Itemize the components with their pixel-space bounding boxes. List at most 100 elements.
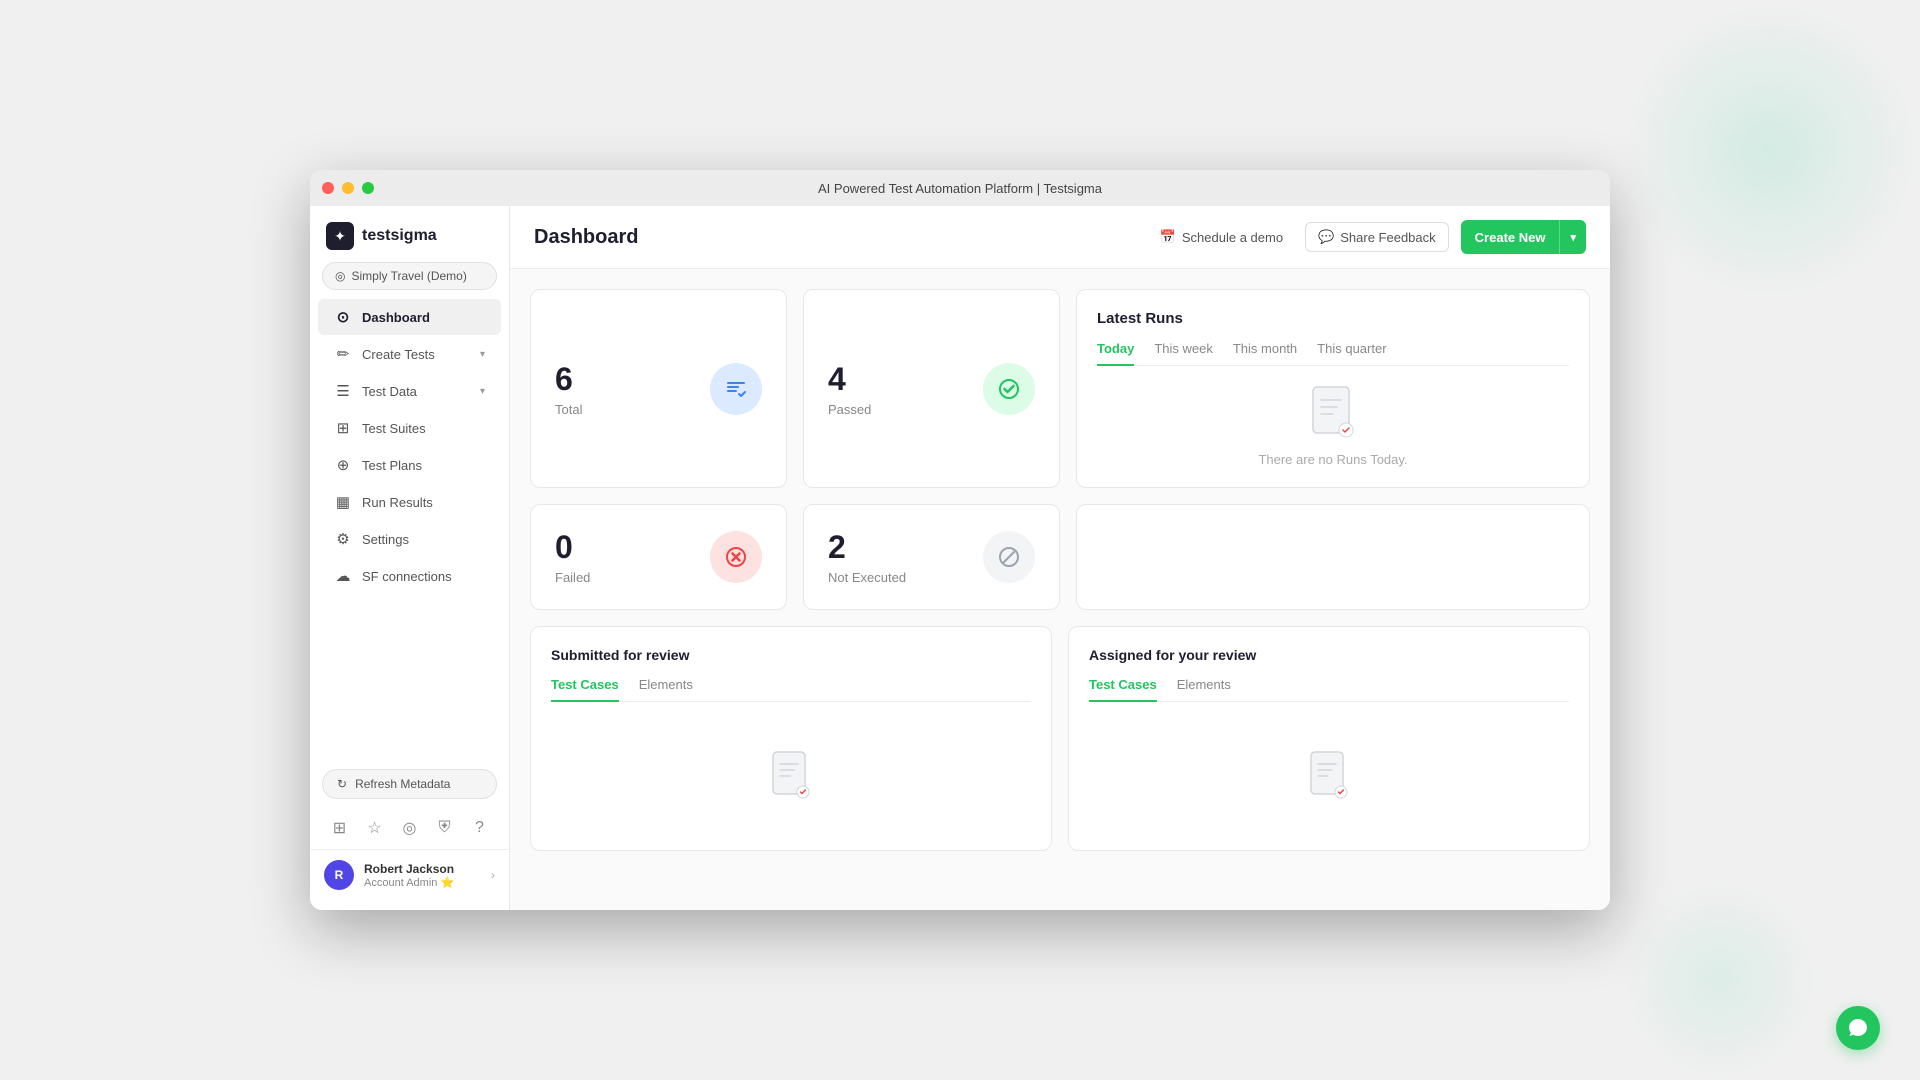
sidebar: ✦ testsigma ◎ Simply Travel (Demo) ⊙ Das… bbox=[310, 206, 510, 910]
submitted-empty-state bbox=[551, 718, 1031, 830]
stat-label-failed: Failed bbox=[555, 570, 590, 585]
sidebar-nav: ⊙ Dashboard ✏ Create Tests ▾ ☰ Test Data… bbox=[310, 298, 509, 595]
user-chevron-icon: › bbox=[491, 868, 495, 882]
stats-row-2: 0 Failed 2 bbox=[530, 504, 1590, 610]
calendar-icon: 📅 bbox=[1160, 229, 1176, 245]
header-actions: 📅 Schedule a demo 💬 Share Feedback Creat… bbox=[1150, 220, 1586, 254]
window-title: AI Powered Test Automation Platform | Te… bbox=[818, 181, 1102, 196]
user-role: Account Admin ⭐ bbox=[364, 876, 481, 889]
help-icon[interactable]: ? bbox=[465, 813, 495, 843]
settings-icon: ⚙ bbox=[334, 530, 352, 548]
circle-icon[interactable]: ◎ bbox=[395, 813, 425, 843]
share-feedback-button[interactable]: 💬 Share Feedback bbox=[1305, 222, 1449, 252]
user-section[interactable]: R Robert Jackson Account Admin ⭐ › bbox=[310, 849, 509, 900]
runs-tab-this-month[interactable]: This month bbox=[1233, 341, 1297, 366]
sidebar-item-label: Test Data bbox=[362, 384, 417, 399]
feedback-icon: 💬 bbox=[1318, 229, 1334, 245]
stats-row: 6 Total 4 bbox=[530, 289, 1590, 488]
stat-info-total: 6 Total bbox=[555, 361, 582, 417]
grid-icon[interactable]: ⊞ bbox=[325, 813, 355, 843]
x-circle-icon bbox=[724, 545, 748, 569]
main-content: Dashboard 📅 Schedule a demo 💬 Share Feed… bbox=[510, 206, 1610, 910]
feedback-label: Share Feedback bbox=[1340, 230, 1435, 245]
sidebar-item-create-tests[interactable]: ✏ Create Tests ▾ bbox=[318, 336, 501, 372]
submitted-review-tabs: Test Cases Elements bbox=[551, 677, 1031, 702]
stat-number-total: 6 bbox=[555, 361, 582, 398]
submitted-review-title: Submitted for review bbox=[551, 647, 1031, 663]
star-icon[interactable]: ☆ bbox=[360, 813, 390, 843]
dashboard-icon: ⊙ bbox=[334, 308, 352, 326]
sidebar-item-label: Run Results bbox=[362, 495, 433, 510]
runs-tab-this-week[interactable]: This week bbox=[1154, 341, 1213, 366]
assigned-review-title: Assigned for your review bbox=[1089, 647, 1569, 663]
assigned-review-card: Assigned for your review Test Cases Elem… bbox=[1068, 626, 1590, 851]
chevron-down-icon: ▾ bbox=[480, 386, 485, 397]
sidebar-bottom-icons: ⊞ ☆ ◎ ⛨ ? bbox=[310, 807, 509, 849]
sidebar-item-test-plans[interactable]: ⊕ Test Plans bbox=[318, 447, 501, 483]
submitted-elements-tab[interactable]: Elements bbox=[639, 677, 693, 702]
stat-info-failed: 0 Failed bbox=[555, 529, 590, 585]
page-title: Dashboard bbox=[534, 226, 1150, 249]
user-name: Robert Jackson bbox=[364, 862, 481, 876]
test-data-icon: ☰ bbox=[334, 382, 352, 400]
minimize-button[interactable] bbox=[342, 182, 354, 194]
chat-fab-button[interactable] bbox=[1836, 1006, 1880, 1050]
sidebar-item-test-data[interactable]: ☰ Test Data ▾ bbox=[318, 373, 501, 409]
title-bar: AI Powered Test Automation Platform | Te… bbox=[310, 170, 1610, 206]
chat-icon bbox=[1847, 1017, 1869, 1039]
runs-empty-message: There are no Runs Today. bbox=[1258, 452, 1407, 467]
close-button[interactable] bbox=[322, 182, 334, 194]
latest-runs-title: Latest Runs bbox=[1097, 310, 1569, 327]
submitted-review-card: Submitted for review Test Cases Elements bbox=[530, 626, 1052, 851]
assigned-empty-doc-icon bbox=[1307, 748, 1351, 800]
stat-number-not-executed: 2 bbox=[828, 529, 906, 566]
app-body: ✦ testsigma ◎ Simply Travel (Demo) ⊙ Das… bbox=[310, 206, 1610, 910]
assigned-elements-tab[interactable]: Elements bbox=[1177, 677, 1231, 702]
sidebar-item-label: Test Plans bbox=[362, 458, 422, 473]
schedule-label: Schedule a demo bbox=[1182, 230, 1283, 245]
sidebar-item-sf-connections[interactable]: ☁ SF connections bbox=[318, 558, 501, 594]
dropdown-arrow-icon[interactable]: ▾ bbox=[1560, 223, 1586, 252]
runs-tab-this-quarter[interactable]: This quarter bbox=[1317, 341, 1386, 366]
run-results-icon: ▦ bbox=[334, 493, 352, 511]
stat-icon-not-executed bbox=[983, 531, 1035, 583]
user-info: Robert Jackson Account Admin ⭐ bbox=[364, 862, 481, 889]
workspace-selector[interactable]: ◎ Simply Travel (Demo) bbox=[322, 262, 497, 290]
app-window: AI Powered Test Automation Platform | Te… bbox=[310, 170, 1610, 910]
maximize-button[interactable] bbox=[362, 182, 374, 194]
dashboard-grid: 6 Total 4 bbox=[510, 269, 1610, 910]
schedule-demo-button[interactable]: 📅 Schedule a demo bbox=[1150, 223, 1293, 251]
header: Dashboard 📅 Schedule a demo 💬 Share Feed… bbox=[510, 206, 1610, 269]
create-new-button[interactable]: Create New ▾ bbox=[1461, 220, 1586, 254]
sidebar-item-dashboard[interactable]: ⊙ Dashboard bbox=[318, 299, 501, 335]
shield-icon[interactable]: ⛨ bbox=[430, 813, 460, 843]
avatar: R bbox=[324, 860, 354, 890]
sidebar-item-label: Create Tests bbox=[362, 347, 435, 362]
runs-empty-state: There are no Runs Today. bbox=[1097, 382, 1569, 467]
refresh-metadata-button[interactable]: ↻ Refresh Metadata bbox=[322, 769, 497, 799]
stat-label-passed: Passed bbox=[828, 402, 871, 417]
submitted-test-cases-tab[interactable]: Test Cases bbox=[551, 677, 619, 702]
refresh-icon: ↻ bbox=[337, 777, 347, 791]
stat-number-passed: 4 bbox=[828, 361, 871, 398]
sidebar-item-run-results[interactable]: ▦ Run Results bbox=[318, 484, 501, 520]
logo: ✦ testsigma bbox=[310, 206, 509, 262]
create-new-label: Create New bbox=[1461, 222, 1560, 253]
test-plans-icon: ⊕ bbox=[334, 456, 352, 474]
stat-icon-total bbox=[710, 363, 762, 415]
logo-icon: ✦ bbox=[326, 222, 354, 250]
sf-connections-icon: ☁ bbox=[334, 567, 352, 585]
slash-circle-icon bbox=[997, 545, 1021, 569]
stat-card-failed: 0 Failed bbox=[530, 504, 787, 610]
chevron-down-icon: ▾ bbox=[480, 349, 485, 360]
workspace-icon: ◎ bbox=[335, 269, 345, 283]
sidebar-item-settings[interactable]: ⚙ Settings bbox=[318, 521, 501, 557]
sidebar-item-test-suites[interactable]: ⊞ Test Suites bbox=[318, 410, 501, 446]
sidebar-item-label: Settings bbox=[362, 532, 409, 547]
runs-tabs: Today This week This month This quarter bbox=[1097, 341, 1569, 366]
stat-card-total: 6 Total bbox=[530, 289, 787, 488]
assigned-test-cases-tab[interactable]: Test Cases bbox=[1089, 677, 1157, 702]
stat-label-total: Total bbox=[555, 402, 582, 417]
stat-number-failed: 0 bbox=[555, 529, 590, 566]
runs-tab-today[interactable]: Today bbox=[1097, 341, 1134, 366]
